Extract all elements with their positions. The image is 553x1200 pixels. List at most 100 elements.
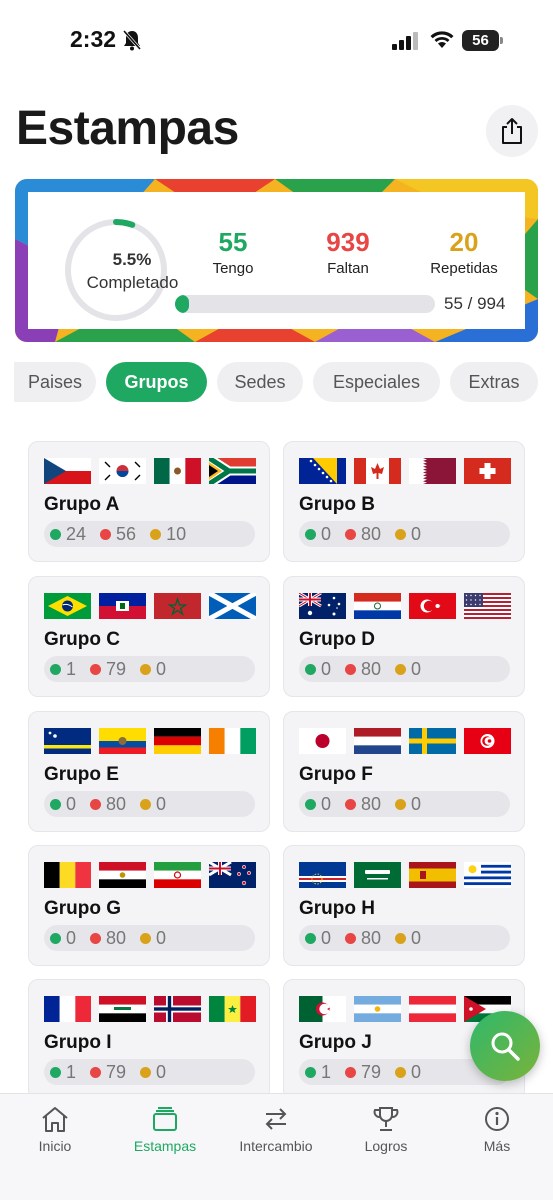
stat-have: 55 Tengo <box>178 227 288 277</box>
nav-mas[interactable]: Más <box>442 1104 552 1154</box>
group-stat-have: 0 <box>305 524 331 545</box>
flag-ecuador-icon <box>99 728 146 754</box>
status-dot-icon <box>395 1066 407 1078</box>
group-stat-repeated: 0 <box>395 1062 421 1083</box>
search-button[interactable] <box>470 1011 540 1081</box>
group-card[interactable]: Grupo A 24 56 10 <box>28 441 270 562</box>
flag-usa-icon <box>464 593 511 619</box>
flag-iraq-icon <box>99 996 146 1022</box>
flag-algeria-icon <box>299 996 346 1022</box>
stat-have-value: 55 <box>218 227 248 257</box>
progress-bar-fill <box>175 295 190 313</box>
tab-sedes[interactable]: Sedes <box>217 362 303 402</box>
flag-switzerland-icon <box>464 458 511 484</box>
flag-south-africa-icon <box>209 458 256 484</box>
flag-argentina-icon <box>354 996 401 1022</box>
nav-intercambio-label: Intercambio <box>239 1138 313 1154</box>
group-stat-missing: 79 <box>345 1062 381 1083</box>
group-flags <box>299 862 511 888</box>
group-stat-value: 1 <box>321 1061 332 1082</box>
group-stat-missing: 80 <box>345 794 381 815</box>
progress-bar <box>175 295 435 313</box>
flag-iran-icon <box>154 862 201 888</box>
swap-icon <box>265 1108 287 1130</box>
nav-logros[interactable]: Logros <box>331 1104 441 1154</box>
status-time: 2:32 <box>70 26 117 52</box>
group-stat-value: 80 <box>106 793 127 814</box>
flag-sweden-icon <box>409 728 456 754</box>
group-stat-value: 79 <box>106 1061 127 1082</box>
group-stat-value: 79 <box>361 1061 382 1082</box>
group-name: Grupo A <box>44 494 120 515</box>
status-dot-icon <box>140 1066 152 1078</box>
progress-card-inner: 5.5% Completado 55 Tengo 939 Faltan 20 R… <box>28 192 525 329</box>
group-name: Grupo E <box>44 764 119 785</box>
status-dot-icon <box>395 798 407 810</box>
flag-morocco-icon <box>154 593 201 619</box>
status-dot-icon <box>150 528 162 540</box>
group-stat-value: 0 <box>156 927 167 948</box>
group-stat-value: 10 <box>166 523 187 544</box>
flag-belgium-icon <box>44 862 91 888</box>
group-card[interactable]: Grupo F 0 80 0 <box>283 711 525 832</box>
group-stat-missing: 80 <box>90 794 126 815</box>
group-card[interactable]: Grupo E 0 80 0 <box>28 711 270 832</box>
group-stat-value: 1 <box>66 658 77 679</box>
group-stat-have: 24 <box>50 524 86 545</box>
tab-paises[interactable]: Paises <box>14 362 96 402</box>
group-stat-value: 0 <box>411 523 422 544</box>
tab-grupos[interactable]: Grupos <box>106 362 207 402</box>
status-dot-icon <box>305 528 316 540</box>
status-dot-icon <box>90 663 102 675</box>
group-stat-repeated: 0 <box>140 1062 166 1083</box>
group-stat-repeated: 0 <box>140 928 166 949</box>
tab-extras[interactable]: Extras <box>450 362 538 402</box>
group-card[interactable]: Grupo G 0 80 0 <box>28 845 270 966</box>
group-name: Grupo J <box>299 1032 372 1053</box>
status-dot-icon <box>50 1066 61 1078</box>
silent-bell-icon <box>122 30 142 51</box>
tab-especiales[interactable]: Especiales <box>313 362 440 402</box>
group-card[interactable]: Grupo C 1 79 0 <box>28 576 270 697</box>
nav-inicio[interactable]: Inicio <box>0 1104 110 1154</box>
status-dot-icon <box>345 663 357 675</box>
stat-repeated: 20 Repetidas <box>409 227 519 277</box>
group-stat-have: 0 <box>50 794 76 815</box>
group-stat-value: 0 <box>156 793 167 814</box>
group-stat-missing: 80 <box>345 524 381 545</box>
group-stat-have: 0 <box>305 794 331 815</box>
cell-signal-icon <box>392 32 418 50</box>
status-dot-icon <box>345 528 357 540</box>
group-card[interactable]: Grupo D 0 80 0 <box>283 576 525 697</box>
share-button[interactable] <box>486 105 538 157</box>
status-dot-icon <box>395 528 407 540</box>
flag-saudi-arabia-icon <box>354 862 401 888</box>
flag-mexico-icon <box>154 458 201 484</box>
group-stat-value: 0 <box>411 927 422 948</box>
group-flags <box>44 996 256 1022</box>
status-dot-icon <box>305 798 316 810</box>
group-stat-missing: 79 <box>90 1062 126 1083</box>
filter-tabs: Paises Grupos Sedes Especiales Extras <box>0 362 553 402</box>
group-stat-value: 80 <box>361 658 382 679</box>
flag-germany-icon <box>154 728 201 754</box>
nav-intercambio[interactable]: Intercambio <box>221 1104 331 1154</box>
group-name: Grupo I <box>44 1032 112 1053</box>
group-card[interactable]: Grupo I 1 79 0 <box>28 979 270 1093</box>
flag-south-korea-icon <box>99 458 146 484</box>
group-stats: 24 56 10 <box>44 521 255 547</box>
status-dot-icon <box>140 932 152 944</box>
status-dot-icon <box>345 798 357 810</box>
flag-egypt-icon <box>99 862 146 888</box>
completion-ring <box>65 219 167 321</box>
status-dot-icon <box>345 1066 357 1078</box>
group-card[interactable]: Grupo H 0 80 0 <box>283 845 525 966</box>
group-card[interactable]: Grupo B 0 80 0 <box>283 441 525 562</box>
group-stat-value: 80 <box>106 927 127 948</box>
flag-bosnia-icon <box>299 458 346 484</box>
group-stat-have: 1 <box>305 1062 331 1083</box>
home-icon <box>42 1107 68 1132</box>
nav-estampas[interactable]: Estampas <box>110 1104 220 1154</box>
group-stat-value: 80 <box>361 523 382 544</box>
flag-austria-icon <box>409 996 456 1022</box>
